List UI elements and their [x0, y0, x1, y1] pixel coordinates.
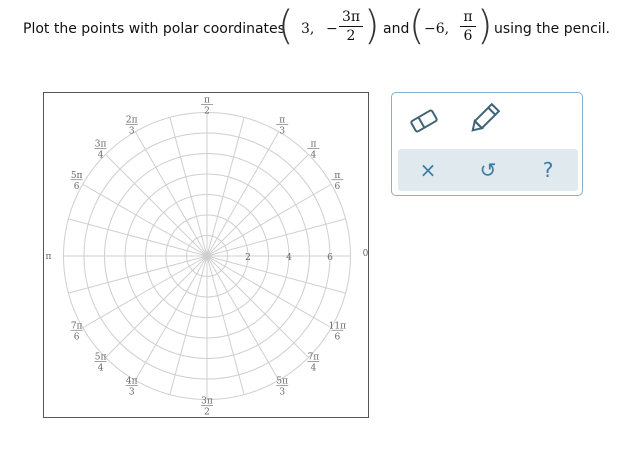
question-suffix: using the pencil.: [494, 21, 610, 37]
grid-spoke: [68, 255, 208, 294]
angle-label-0: 0: [363, 249, 369, 259]
open-paren-1: (: [278, 3, 294, 49]
pencil-tool[interactable]: [466, 101, 502, 137]
close-paren-2: ): [477, 3, 493, 49]
angle-label-den: 6: [334, 182, 340, 192]
grid-spoke: [105, 255, 208, 358]
angle-label-num: 3π: [201, 397, 213, 407]
grid-spoke: [206, 255, 346, 294]
angle-label: 3π4: [94, 140, 107, 161]
angle-label-den: 3: [129, 127, 135, 137]
point2-theta: π 6: [460, 9, 476, 44]
angle-label-den: 3: [129, 387, 135, 397]
radial-label: 6: [327, 253, 333, 263]
angle-label-num: 7π: [71, 321, 83, 331]
grid-spoke: [206, 255, 280, 381]
grid-spoke: [206, 117, 245, 257]
angle-label: 7π6: [70, 321, 83, 342]
grid-spoke: [169, 117, 208, 257]
angle-label-den: 3: [279, 127, 285, 137]
angle-label: 4π3: [125, 376, 138, 397]
radial-label: 4: [286, 253, 292, 263]
polar-graph[interactable]: 2 4 6 0 π π 6 π 4 π 3 π 2 2π 3 3π 4 5π 6 7π 6 5π 4 4π 3 3π 2 5π 3 7π 4…: [43, 92, 369, 418]
angle-label: 5π4: [94, 352, 107, 373]
radial-label: 2: [245, 253, 251, 263]
angle-label-den: 6: [74, 332, 80, 342]
grid-spoke: [68, 218, 208, 257]
open-paren-2: (: [409, 3, 425, 49]
grid-spoke: [134, 131, 208, 257]
angle-label-den: 6: [334, 332, 340, 342]
angle-label-num: 4π: [126, 376, 138, 386]
drawing-toolbox: × ↺ ?: [391, 92, 583, 196]
point1-theta-numerator: 3π: [341, 9, 361, 25]
undo-button[interactable]: ↺: [468, 149, 508, 191]
point1-r: 3,: [301, 21, 315, 37]
angle-label: 7π4: [307, 352, 320, 373]
question-prefix: Plot the points with polar coordinates: [23, 21, 285, 37]
grid-spoke: [105, 154, 208, 257]
grid-spoke: [82, 255, 208, 329]
grid-spoke: [206, 218, 346, 257]
point2-theta-denominator: 6: [463, 28, 473, 44]
pencil-icon: [471, 102, 501, 132]
angle-label: π2: [201, 96, 213, 117]
grid-spoke: [82, 183, 208, 257]
angle-label: π4: [307, 140, 320, 161]
point1-theta-sign: −: [326, 21, 338, 37]
point2-r: −6,: [424, 21, 450, 37]
angle-label-num: 3π: [95, 140, 107, 150]
question-prompt: Plot the points with polar coordinates (…: [0, 0, 621, 62]
point2-theta-numerator: π: [463, 9, 473, 25]
eraser-icon: [410, 109, 438, 133]
angle-label-den: 3: [279, 387, 285, 397]
angle-label-num: 5π: [276, 376, 288, 386]
conjunction: and: [383, 21, 410, 37]
control-bar: × ↺ ?: [398, 149, 578, 191]
clear-button[interactable]: ×: [408, 149, 448, 191]
angle-label-num: 2π: [126, 116, 138, 126]
angle-label-num: 5π: [95, 352, 107, 362]
angle-label-den: 2: [204, 107, 210, 117]
point1-theta-denominator: 2: [346, 28, 356, 44]
help-button[interactable]: ?: [528, 149, 568, 191]
grid-spoke: [206, 131, 280, 257]
angle-label-num: 7π: [308, 352, 320, 362]
grid-spoke: [206, 183, 332, 257]
angle-label-den: 6: [74, 182, 80, 192]
angle-label-den: 4: [98, 151, 104, 161]
grid-spoke: [169, 255, 208, 395]
angle-label: 11π6: [329, 321, 346, 342]
angle-label-num: 5π: [71, 171, 83, 181]
angle-label-den: 4: [98, 363, 104, 373]
angle-label-pi: π: [46, 252, 52, 262]
angle-label-num: π: [204, 96, 210, 106]
angle-label-num: π: [279, 116, 285, 126]
angle-label-den: 2: [204, 408, 210, 418]
polar-grid[interactable]: 2 4 6 0ππ6π4π3π22π33π45π67π65π44π33π25π37π4…: [44, 93, 370, 419]
angle-label: 5π3: [276, 376, 289, 397]
point1-theta: 3π 2: [339, 9, 363, 44]
grid-spoke: [206, 255, 332, 329]
grid-spoke: [206, 255, 245, 395]
eraser-tool[interactable]: [406, 103, 442, 139]
close-paren-1: ): [364, 3, 380, 49]
angle-label-den: 4: [311, 363, 317, 373]
angle-label-num: π: [310, 140, 316, 150]
angle-label-den: 4: [311, 151, 317, 161]
angle-label: 3π2: [201, 397, 213, 418]
angle-label-num: 11π: [329, 321, 346, 331]
angle-label-num: π: [334, 171, 340, 181]
grid-spoke: [206, 154, 309, 257]
grid-spoke: [206, 255, 309, 358]
grid-spoke: [134, 255, 208, 381]
